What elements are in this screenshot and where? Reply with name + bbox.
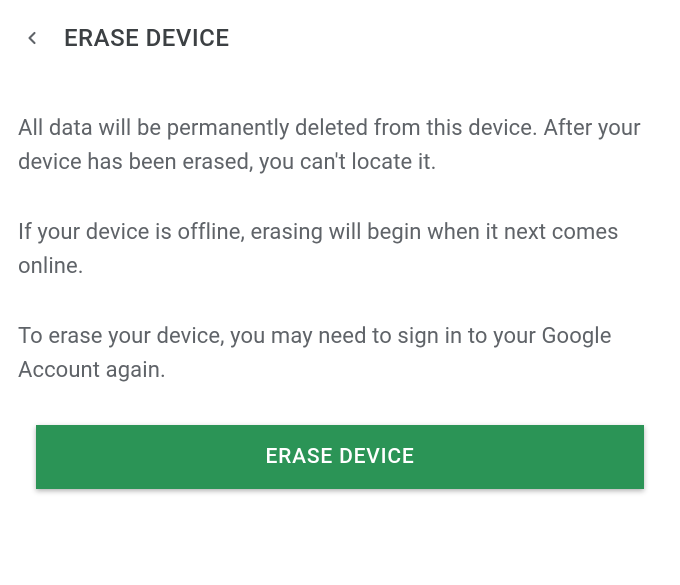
warning-paragraph-2: If your device is offline, erasing will … [18, 216, 662, 284]
page-title: ERASE DEVICE [64, 24, 229, 52]
warning-paragraph-1: All data will be permanently deleted fro… [18, 112, 662, 180]
warning-paragraph-3: To erase your device, you may need to si… [18, 320, 662, 388]
button-container: ERASE DEVICE [0, 425, 680, 489]
erase-device-button[interactable]: ERASE DEVICE [36, 425, 644, 489]
content-area: All data will be permanently deleted fro… [0, 70, 680, 389]
back-icon[interactable] [22, 28, 42, 48]
header: ERASE DEVICE [0, 0, 680, 70]
